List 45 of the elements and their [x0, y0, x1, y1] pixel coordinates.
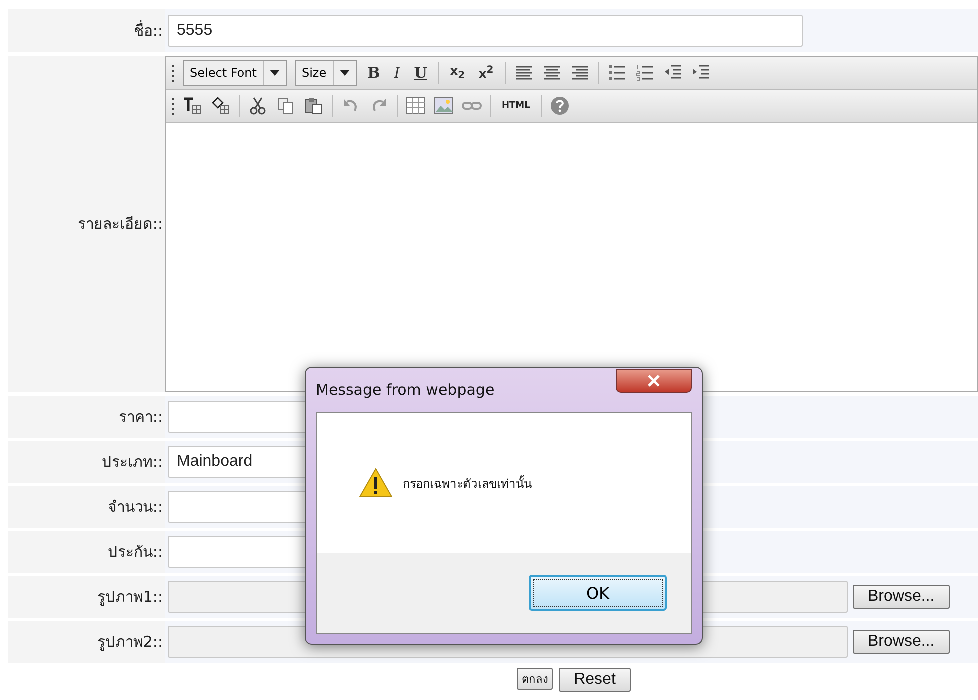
- ok-button[interactable]: OK: [529, 575, 667, 611]
- submit-button[interactable]: ตกลง: [517, 668, 554, 690]
- numbered-list-icon[interactable]: [634, 64, 655, 82]
- reset-button[interactable]: Reset: [559, 668, 631, 692]
- bold-button[interactable]: B: [364, 64, 384, 82]
- field-label: ประกัน::: [108, 542, 163, 563]
- field-label: รูปภาพ1::: [97, 587, 163, 608]
- field-label: รูปภาพ2::: [97, 632, 163, 653]
- field-label: ราคา::: [118, 407, 163, 428]
- field-label: ประเภท::: [102, 452, 163, 473]
- outdent-icon[interactable]: [662, 64, 683, 82]
- close-button[interactable]: [616, 369, 692, 393]
- subscript-button[interactable]: x$_{2}$: [447, 64, 468, 82]
- warning-icon: [359, 468, 393, 498]
- field-label: ชื่อ::: [134, 20, 163, 42]
- align-left-icon[interactable]: [514, 64, 534, 82]
- align-center-icon[interactable]: [542, 64, 562, 82]
- caret-icon: [270, 70, 280, 76]
- help-icon[interactable]: [550, 96, 570, 116]
- copy-icon[interactable]: [276, 97, 296, 115]
- fill-color-icon[interactable]: [211, 97, 231, 115]
- browse-button[interactable]: Browse...: [853, 585, 950, 609]
- grip-icon: [172, 97, 175, 115]
- table-icon[interactable]: [406, 97, 426, 115]
- text-color-icon[interactable]: [183, 97, 203, 115]
- cut-icon[interactable]: [248, 97, 268, 115]
- html-button[interactable]: HTML: [499, 101, 534, 111]
- indent-icon[interactable]: [690, 64, 711, 82]
- bulleted-list-icon[interactable]: [606, 64, 627, 82]
- caret-icon: [340, 70, 350, 76]
- paste-icon[interactable]: [304, 97, 324, 115]
- field-label: รายละเอียด::: [78, 214, 163, 235]
- align-right-icon[interactable]: [570, 64, 590, 82]
- superscript-button[interactable]: x$^{2}$: [476, 65, 497, 81]
- underline-button[interactable]: U: [411, 64, 430, 82]
- grip-icon: [172, 64, 175, 82]
- browse-button[interactable]: Browse...: [853, 630, 950, 654]
- size-dropdown[interactable]: Size: [294, 60, 357, 86]
- close-icon: [647, 375, 661, 387]
- image-icon[interactable]: [434, 97, 454, 115]
- name-input[interactable]: 5555: [168, 14, 803, 46]
- font-dropdown[interactable]: Select Font: [183, 60, 287, 86]
- italic-button[interactable]: I: [391, 64, 404, 82]
- field-label: จำนวน::: [108, 497, 163, 518]
- dialog-message: กรอกเฉพาะตัวเลขเท่านั้น: [403, 474, 532, 492]
